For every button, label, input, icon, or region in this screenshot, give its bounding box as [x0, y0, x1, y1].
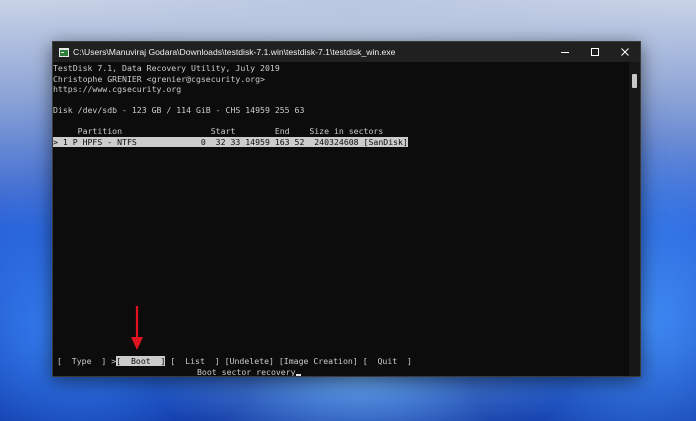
text-cursor	[295, 374, 301, 376]
menu-image-creation[interactable]: [Image Creation]	[279, 356, 358, 366]
vertical-scrollbar[interactable]	[629, 62, 640, 376]
close-button[interactable]	[610, 42, 640, 62]
partition-row-selected[interactable]: > 1 P HPFS - NTFS 0 32 33 14959 163 52 2…	[53, 136, 408, 147]
disk-info-line: Disk /dev/sdb - 123 GB / 114 GiB - CHS 1…	[53, 105, 305, 115]
header-line-author: Christophe GRENIER <grenier@cgsecurity.o…	[53, 73, 265, 84]
scrollbar-thumb[interactable]	[632, 74, 637, 88]
close-icon	[621, 48, 629, 56]
window-title: C:\Users\Manuviraj Godara\Downloads\test…	[73, 47, 396, 57]
red-arrow-pointer	[131, 306, 143, 350]
window-titlebar[interactable]: C:\Users\Manuviraj Godara\Downloads\test…	[53, 42, 640, 62]
menu-list[interactable]: [ List ]	[170, 356, 219, 366]
header-line-url: https://www.cgsecurity.org	[53, 84, 182, 94]
console-app-icon	[59, 47, 69, 57]
status-text: Boot sector recovery	[197, 367, 296, 377]
maximize-icon	[591, 48, 599, 56]
menu-quit[interactable]: [ Quit ]	[363, 356, 412, 366]
menu-undelete[interactable]: [Undelete]	[225, 356, 274, 366]
header-line-title: TestDisk 7.1, Data Recovery Utility, Jul…	[53, 63, 280, 73]
menu-type[interactable]: [ Type ]	[57, 356, 106, 366]
status-line: Boot sector recovery	[197, 367, 301, 377]
partition-table-header: Partition Start End Size in sectors	[53, 126, 384, 136]
minimize-button[interactable]	[550, 42, 580, 62]
menu-boot[interactable]: [ Boot ]	[116, 356, 166, 366]
menu-bar: [ Type ] >[ Boot ] [ List ] [Undelete] […	[57, 356, 412, 367]
maximize-button[interactable]	[580, 42, 610, 62]
minimize-icon	[561, 52, 569, 53]
